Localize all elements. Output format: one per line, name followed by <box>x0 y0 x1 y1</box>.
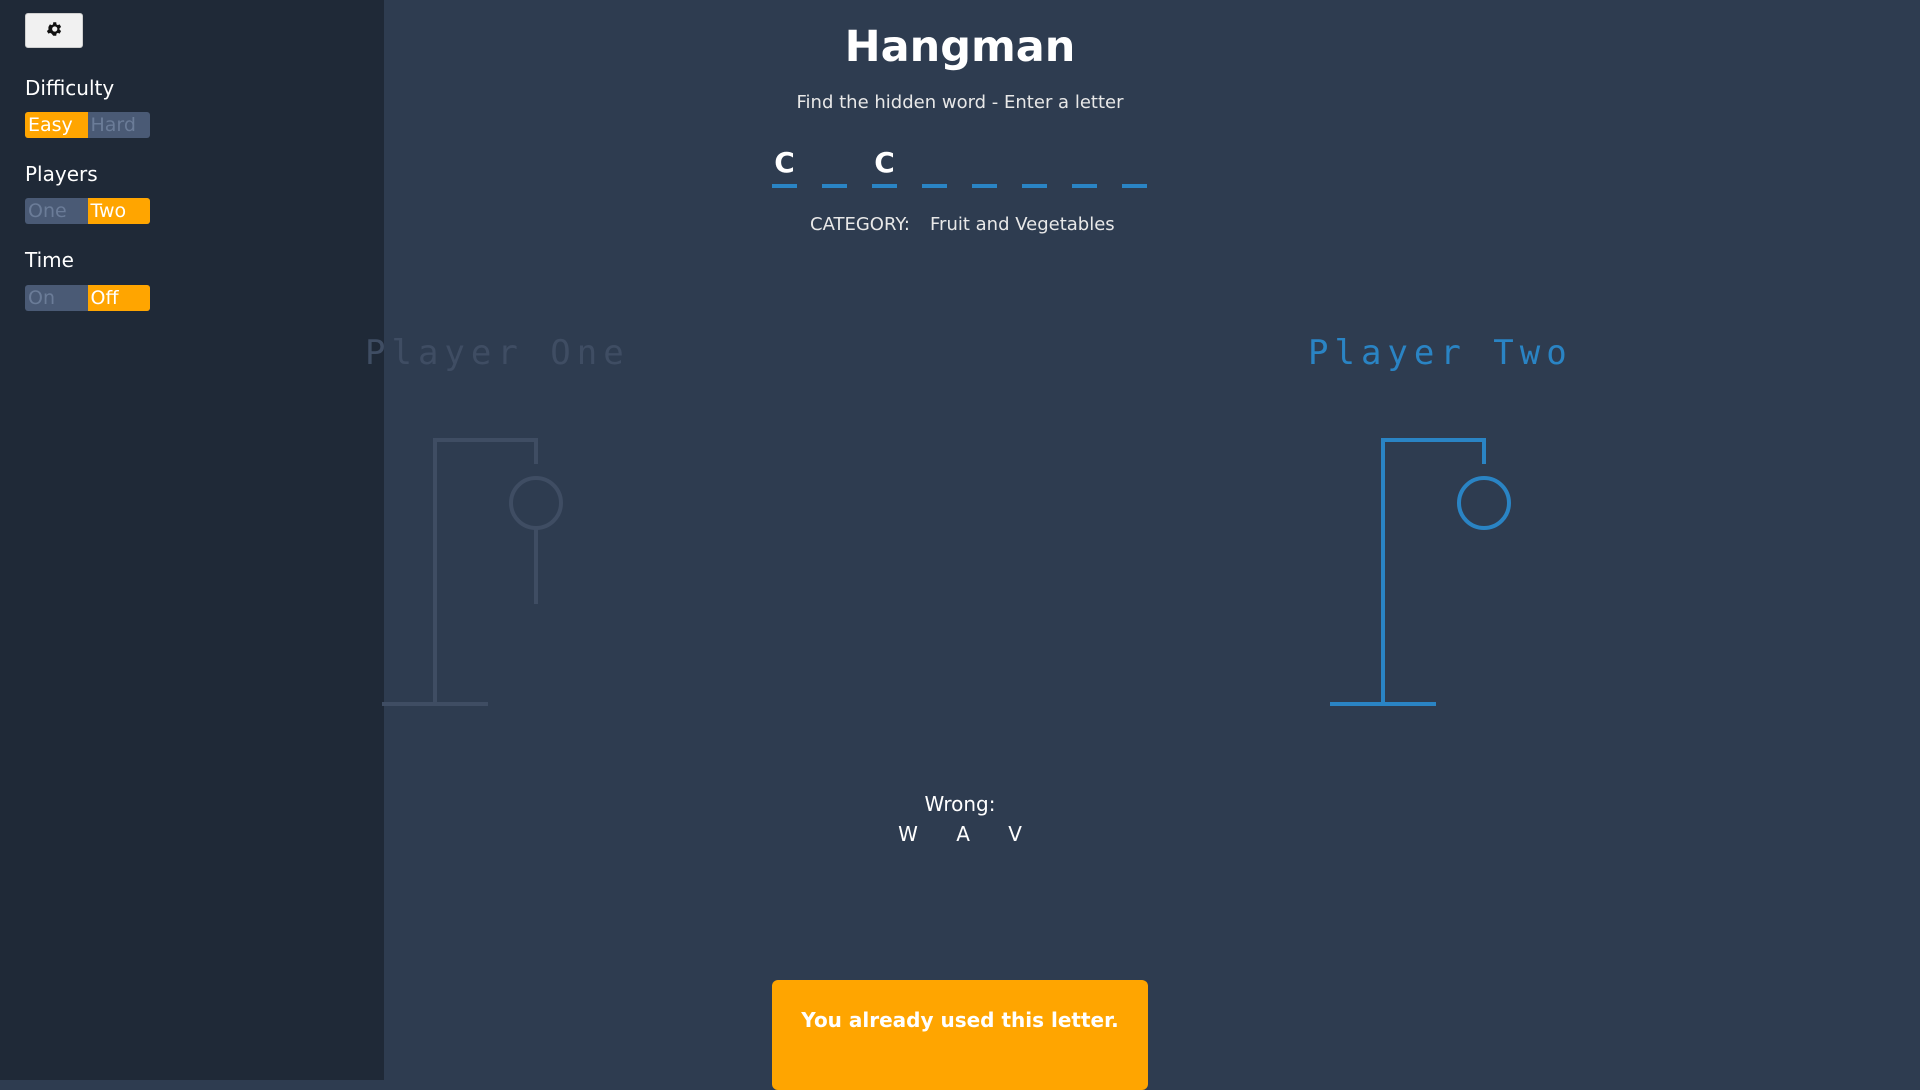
players-option-two[interactable]: Two <box>87 198 150 224</box>
letter-slot <box>1022 146 1047 188</box>
time-toggle[interactable]: On Off <box>25 285 150 311</box>
letter-slot-char: C <box>774 146 795 179</box>
letter-slot <box>822 146 847 188</box>
letter-slot <box>1122 146 1147 188</box>
player-one-gallows <box>382 438 563 706</box>
gear-icon <box>45 20 63 42</box>
difficulty-option-easy[interactable]: Easy <box>25 112 88 138</box>
difficulty-toggle[interactable]: Easy Hard <box>25 112 150 138</box>
letter-slot-underline <box>1022 184 1047 188</box>
wrong-letters: W A V <box>384 822 1536 846</box>
game-subtitle: Find the hidden word - Enter a letter <box>796 92 1124 113</box>
letter-slot-underline <box>1122 184 1147 188</box>
letter-slot <box>922 146 947 188</box>
settings-button[interactable] <box>25 13 83 48</box>
letter-slot-underline <box>922 184 947 188</box>
wrong-letters-label: Wrong: <box>924 792 996 816</box>
wrong-letter: V <box>1008 822 1022 846</box>
letter-slot-underline <box>872 184 897 188</box>
wrong-letter: W <box>898 822 918 846</box>
time-label: Time <box>25 248 74 272</box>
hangman-head <box>1457 476 1511 530</box>
settings-sidebar: Difficulty Easy Hard Players One Two Tim… <box>0 0 384 1080</box>
players-toggle[interactable]: One Two <box>25 198 150 224</box>
player-two-label: Player Two <box>1308 333 1573 373</box>
hidden-word: C C <box>772 146 1147 188</box>
letter-slot: C <box>872 146 897 188</box>
player-one-label: Player One <box>365 333 630 373</box>
game-title: Hangman <box>844 22 1076 72</box>
category-label: CATEGORY: <box>810 214 910 235</box>
letter-slot <box>972 146 997 188</box>
letter-slot-underline <box>772 184 797 188</box>
notification-toast: You already used this letter. <box>772 980 1148 1090</box>
letter-slot: C <box>772 146 797 188</box>
difficulty-option-hard[interactable]: Hard <box>88 112 151 138</box>
players-label: Players <box>25 162 98 186</box>
time-option-on[interactable]: On <box>25 285 88 311</box>
hangman-head <box>509 476 563 530</box>
letter-slot-underline <box>1072 184 1097 188</box>
toast-message: You already used this letter. <box>801 1008 1119 1032</box>
time-option-off[interactable]: Off <box>87 285 150 311</box>
letter-slot-underline <box>822 184 847 188</box>
category-value: Fruit and Vegetables <box>930 214 1115 235</box>
players-option-one[interactable]: One <box>25 198 88 224</box>
wrong-letter: A <box>956 822 970 846</box>
letter-slot-char: C <box>874 146 895 179</box>
difficulty-label: Difficulty <box>25 76 115 100</box>
player-two-gallows <box>1330 438 1511 706</box>
category: CATEGORY: Fruit and Vegetables <box>810 214 1115 235</box>
letter-slot-underline <box>972 184 997 188</box>
letter-slot <box>1072 146 1097 188</box>
